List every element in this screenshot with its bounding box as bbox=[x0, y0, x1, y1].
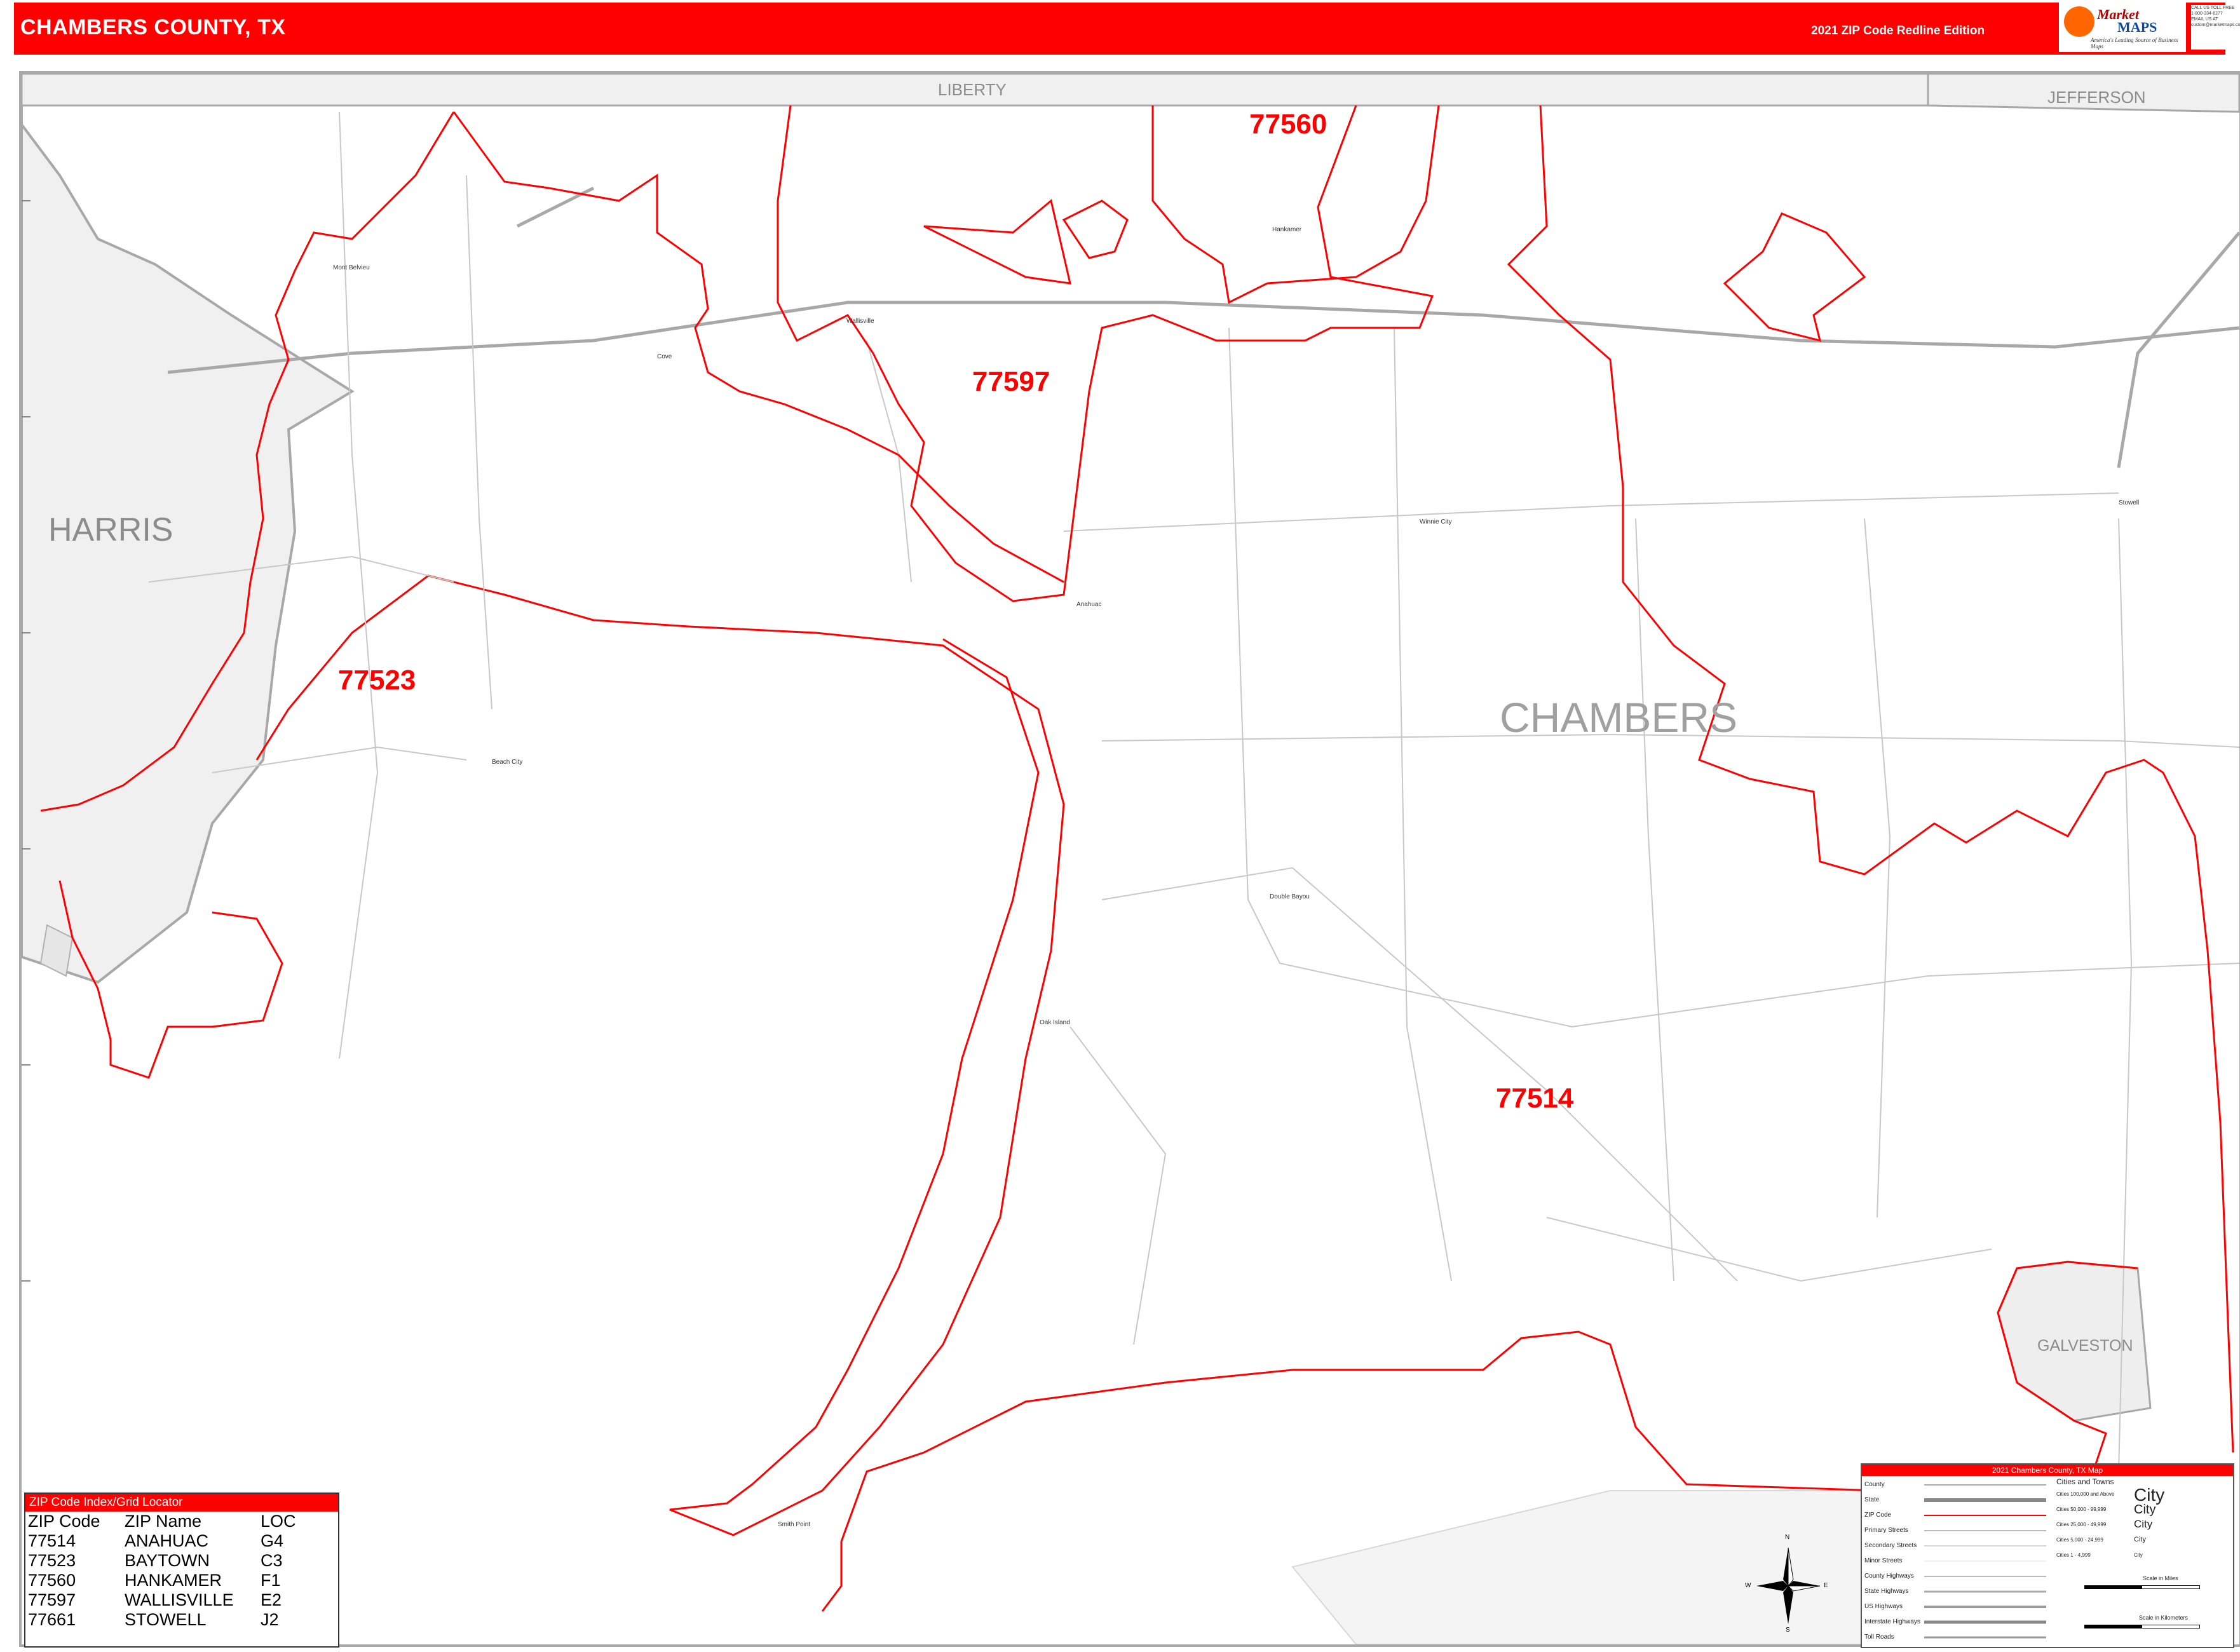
place-label-stowell: Stowell bbox=[2119, 499, 2140, 506]
loc-cell: C3 bbox=[261, 1551, 283, 1570]
legend-cities-50k: Cities 50,000 - 99,999 bbox=[2056, 1506, 2107, 1512]
table-row[interactable]: 77560 HANKAMER F1 bbox=[27, 1571, 296, 1590]
local-roads bbox=[148, 111, 2239, 1472]
county-label-galveston: GALVESTON bbox=[2037, 1337, 2133, 1355]
compass-star-icon bbox=[1756, 1547, 1821, 1624]
place-label-hankamer: Hankamer bbox=[1272, 226, 1302, 233]
table-row[interactable]: 77597 WALLISVILLE E2 bbox=[27, 1590, 296, 1610]
contact-info: CALL US TOLL FREE 1-800-334-6277 EMAIL U… bbox=[2191, 5, 2240, 50]
zip-label-77514[interactable]: 77514 bbox=[1496, 1083, 1573, 1114]
zip-label-77597[interactable]: 77597 bbox=[972, 366, 1050, 398]
place-label-oak-island: Oak Island bbox=[1040, 1019, 1070, 1026]
zip-index-header-row: ZIP Code ZIP Name LOC bbox=[27, 1512, 296, 1531]
edition-label: 2021 ZIP Code Redline Edition bbox=[1811, 24, 1985, 37]
loc-cell: G4 bbox=[261, 1531, 284, 1550]
zip-77597-boundary bbox=[777, 105, 1434, 602]
zip-index-title: ZIP Code Index/Grid Locator bbox=[25, 1494, 338, 1512]
legend-city-sample-5: City bbox=[2134, 1552, 2143, 1558]
legend-cities-1: Cities 1 - 4,999 bbox=[2056, 1552, 2091, 1558]
compass-e: E bbox=[1824, 1582, 1828, 1589]
zip-name-cell: ANAHUAC bbox=[125, 1531, 209, 1550]
map-legend: 2021 Chambers County, TX Map County Stat… bbox=[1861, 1463, 2234, 1648]
zip-code-cell: 77514 bbox=[28, 1531, 76, 1550]
market-maps-logo[interactable]: Market MAPS America's Leading Source of … bbox=[2059, 1, 2186, 52]
place-label-anahuac: Anahuac bbox=[1076, 601, 1102, 608]
scale-bar-km bbox=[2084, 1625, 2200, 1628]
legend-scale-km: Scale in Kilometers bbox=[2139, 1615, 2189, 1621]
header-bar: CHAMBERS COUNTY, TX 2021 ZIP Code Redlin… bbox=[14, 3, 2225, 55]
zip-name-cell: STOWELL bbox=[125, 1610, 207, 1629]
zip-name-cell: BAYTOWN bbox=[125, 1551, 210, 1570]
legend-line-samples bbox=[1924, 1484, 2046, 1639]
map-canvas[interactable] bbox=[22, 74, 2239, 1644]
col-loc: LOC bbox=[261, 1512, 296, 1531]
zip-label-77523[interactable]: 77523 bbox=[338, 665, 416, 696]
place-label-winnie-city: Winnie City bbox=[1420, 518, 1452, 525]
zip-code-cell: 77560 bbox=[28, 1571, 76, 1590]
place-label-wallisville: Wallisville bbox=[846, 318, 874, 325]
place-label-cove: Cove bbox=[657, 353, 672, 360]
map-title: CHAMBERS COUNTY, TX bbox=[20, 15, 286, 39]
zip-code-cell: 77523 bbox=[28, 1551, 76, 1570]
zip-code-cell: 77597 bbox=[28, 1590, 76, 1609]
zip-77523-boundary bbox=[452, 111, 1064, 583]
compass-rose: N S E W bbox=[1745, 1534, 1828, 1634]
logo-globe-icon bbox=[2064, 6, 2094, 37]
legend-cities-title: Cities and Towns bbox=[2056, 1477, 2114, 1486]
legend-city-sample-4: City bbox=[2134, 1536, 2146, 1543]
col-zip-code: ZIP Code bbox=[28, 1512, 100, 1531]
col-zip-name: ZIP Name bbox=[125, 1512, 202, 1531]
place-label-double-bayou: Double Bayou bbox=[1270, 893, 1310, 900]
zip-name-cell: HANKAMER bbox=[125, 1571, 222, 1590]
county-label-chambers: CHAMBERS bbox=[1500, 694, 1738, 741]
coastline bbox=[255, 574, 1065, 1536]
place-label-beach-city: Beach City bbox=[492, 759, 523, 766]
zip-code-cell: 77661 bbox=[28, 1610, 76, 1629]
loc-cell: F1 bbox=[261, 1571, 281, 1590]
table-row[interactable]: 77661 STOWELL J2 bbox=[27, 1610, 296, 1630]
zip-label-77560[interactable]: 77560 bbox=[1249, 109, 1327, 140]
highway-network bbox=[167, 186, 2239, 468]
table-row[interactable]: 77523 BAYTOWN C3 bbox=[27, 1551, 296, 1571]
compass-s: S bbox=[1786, 1627, 1790, 1634]
compass-w: W bbox=[1745, 1582, 1751, 1589]
place-label-smith-point: Smith Point bbox=[778, 1521, 811, 1528]
legend-cities-5k: Cities 5,000 - 24,999 bbox=[2056, 1537, 2103, 1543]
county-label-harris: HARRIS bbox=[48, 511, 173, 548]
table-row[interactable]: 77514 ANAHUAC G4 bbox=[27, 1531, 296, 1551]
zip-index-table: ZIP Code Index/Grid Locator ZIP Code ZIP… bbox=[24, 1493, 339, 1648]
zip-name-cell: WALLISVILLE bbox=[125, 1590, 234, 1609]
legend-scale-miles: Scale in Miles bbox=[2143, 1575, 2178, 1581]
scale-bar-miles bbox=[2084, 1585, 2200, 1589]
loc-cell: J2 bbox=[261, 1610, 279, 1629]
logo-text-maps: MAPS bbox=[2117, 19, 2157, 35]
compass-n: N bbox=[1785, 1534, 1790, 1541]
logo-tagline: America's Leading Source of Business Map… bbox=[2091, 37, 2178, 50]
county-label-jefferson: JEFFERSON bbox=[2047, 88, 2146, 107]
place-label-mont-belvieu: Mont Belvieu bbox=[333, 264, 370, 271]
loc-cell: E2 bbox=[261, 1590, 282, 1609]
legend-city-sample-2: City bbox=[2134, 1503, 2156, 1517]
zip-boundaries bbox=[40, 105, 2234, 1612]
county-label-liberty: LIBERTY bbox=[938, 80, 1007, 99]
legend-cities-25k: Cities 25,000 - 49,999 bbox=[2056, 1522, 2107, 1527]
zip-index-grid: ZIP Code ZIP Name LOC 77514 ANAHUAC G4 775… bbox=[27, 1512, 296, 1630]
legend-city-sample-3: City bbox=[2134, 1518, 2153, 1530]
legend-cities-100k: Cities 100,000 and Above bbox=[2056, 1491, 2115, 1497]
map-frame[interactable]: HARRIS CHAMBERS LIBERTY JEFFERSON GALVES… bbox=[19, 71, 2240, 1647]
